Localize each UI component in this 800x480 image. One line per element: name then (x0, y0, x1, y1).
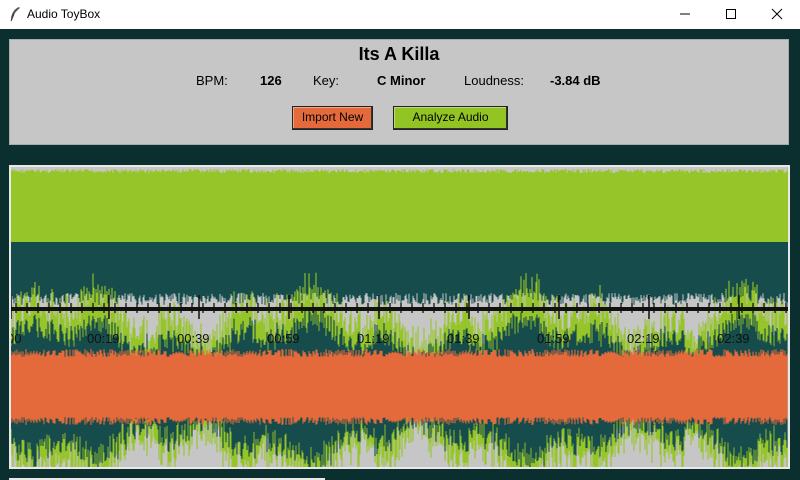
close-button[interactable] (754, 0, 800, 29)
waveform-canvas[interactable]: 00 00:19 00:39 00:59 01:19 01:39 01:59 02:19 02:… (11, 167, 788, 467)
time-label: 01:59 (537, 331, 570, 346)
waveform-panel[interactable]: 00 00:19 00:39 00:59 01:19 01:39 01:59 02:19 02:… (9, 165, 790, 469)
time-label: 02:19 (627, 331, 660, 346)
time-label: 00 (11, 331, 21, 346)
time-label: 00:59 (267, 331, 300, 346)
time-label: 01:39 (447, 331, 480, 346)
loudness-value: -3.84 dB (550, 73, 601, 88)
info-panel: Its A Killa BPM: 126 Key: C Minor Loudne… (9, 39, 789, 145)
time-label: 00:19 (87, 331, 120, 346)
key-label: Key: (313, 73, 340, 88)
minimize-icon (680, 13, 690, 15)
bpm-value: 126 (260, 73, 282, 88)
analyze-audio-button[interactable]: Analyze Audio (393, 106, 508, 130)
close-icon (771, 8, 783, 20)
minimize-button[interactable] (662, 0, 708, 29)
title-bar: Audio ToyBox (0, 0, 800, 29)
time-label: 00:39 (177, 331, 210, 346)
loudness-label: Loudness: (464, 73, 524, 88)
window-title: Audio ToyBox (27, 7, 101, 21)
time-label: 01:19 (357, 331, 390, 346)
bpm-label: BPM: (196, 73, 228, 88)
overview-waveform (11, 167, 788, 307)
maximize-icon (726, 9, 736, 19)
maximize-button[interactable] (708, 0, 754, 29)
song-title: Its A Killa (358, 44, 440, 64)
import-new-button[interactable]: Import New (292, 106, 373, 130)
key-value: C Minor (377, 73, 426, 88)
feather-icon (10, 7, 20, 22)
time-label: 02:39 (717, 331, 750, 346)
